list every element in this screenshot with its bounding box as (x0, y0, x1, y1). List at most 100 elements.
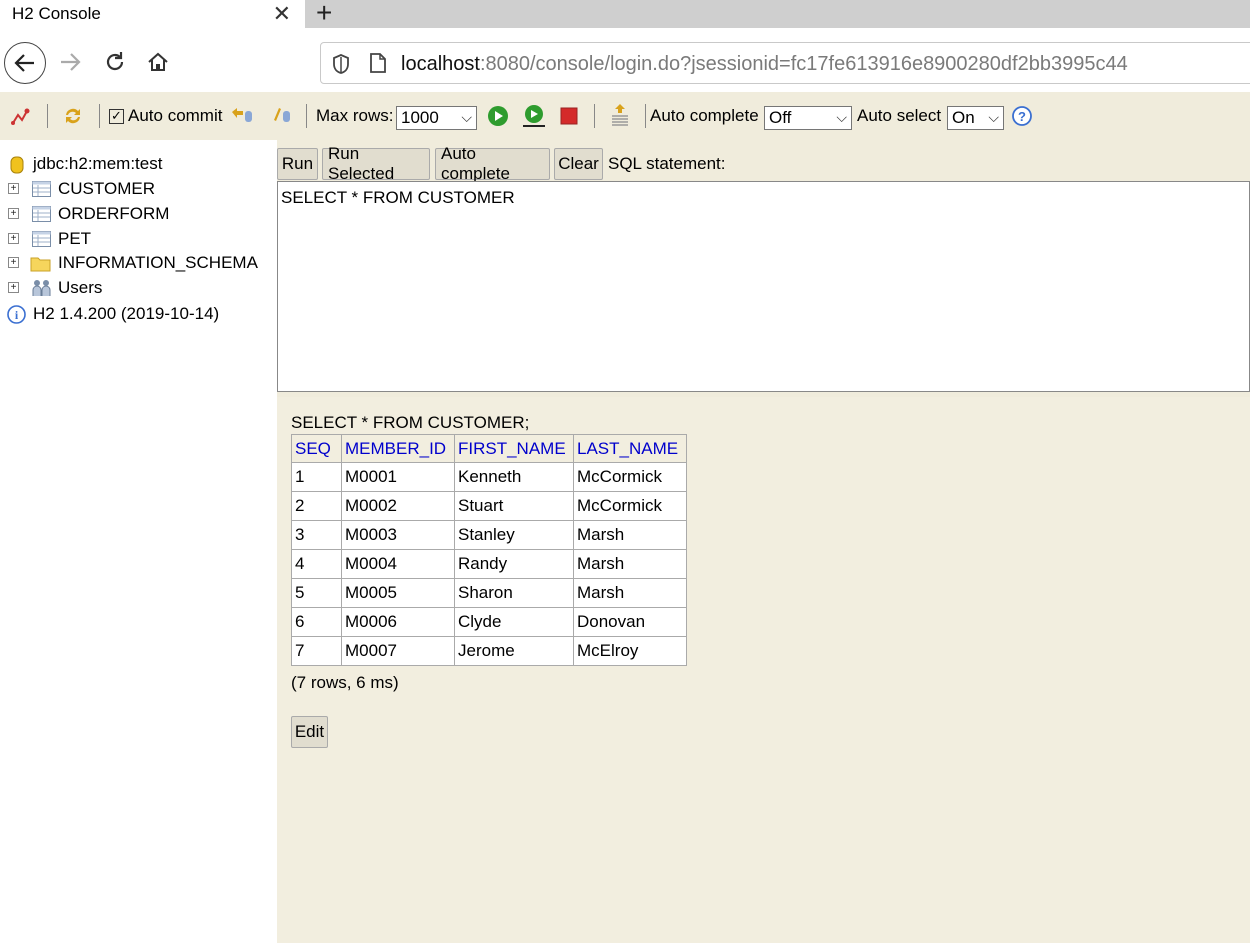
users-icon (32, 280, 51, 296)
column-header[interactable]: FIRST_NAME (454, 434, 574, 463)
auto-commit-checkbox[interactable]: ✓ (109, 108, 124, 124)
rollback-button[interactable] (230, 92, 256, 140)
tab-title: H2 Console (12, 4, 101, 23)
reload-button[interactable] (95, 42, 135, 82)
sql-editor[interactable]: SELECT * FROM CUSTOMER (277, 181, 1250, 392)
expand-icon[interactable]: + (8, 233, 19, 244)
refresh-button[interactable] (62, 92, 84, 140)
execute-step-button[interactable] (521, 92, 547, 140)
auto-complete-value: Off (769, 108, 792, 127)
column-header[interactable]: SEQ (291, 434, 342, 463)
tab-bar: H2 Console ✕ + (0, 0, 1250, 28)
table-cell: 1 (291, 462, 342, 492)
table-row: 2 M0002 Stuart McCormick (291, 491, 687, 521)
chevron-down-icon: ⌵ (461, 109, 472, 125)
table-cell: 4 (291, 549, 342, 579)
info-icon: i (7, 305, 26, 324)
tree-item-label: CUSTOMER (58, 179, 155, 198)
auto-commit-toggle[interactable]: ✓ Auto commit (109, 92, 222, 140)
nav-bar: localhost:8080/console/login.do?jsession… (0, 28, 1250, 92)
connection-node[interactable]: jdbc:h2:mem:test (0, 152, 270, 176)
table-cell: M0006 (341, 607, 455, 637)
table-cell: 3 (291, 520, 342, 550)
clear-button[interactable]: Clear (554, 148, 603, 180)
table-cell: Marsh (573, 578, 687, 608)
auto-complete-button[interactable]: Auto complete (435, 144, 550, 183)
result-status: (7 rows, 6 ms) (291, 673, 399, 692)
url-text: localhost:8080/console/login.do?jsession… (401, 53, 1128, 76)
table-cell: 6 (291, 607, 342, 637)
expand-icon[interactable]: + (8, 257, 19, 268)
home-icon (148, 52, 168, 71)
shield-icon (333, 54, 349, 74)
chevron-down-icon: ⌵ (988, 109, 999, 125)
result-table: SEQ MEMBER_ID FIRST_NAME LAST_NAME 1 M000… (291, 434, 687, 666)
home-button[interactable] (138, 42, 178, 82)
tree-item-information-schema[interactable]: + INFORMATION_SCHEMA (0, 251, 270, 275)
table-row: 3 M0003 Stanley Marsh (291, 520, 687, 550)
table-cell: M0004 (341, 549, 455, 579)
execute-button[interactable] (487, 92, 509, 140)
tree-item-customer[interactable]: + CUSTOMER (0, 177, 270, 201)
arrow-right-icon (61, 53, 81, 71)
tree-item-pet[interactable]: + PET (0, 227, 270, 251)
table-cell: Donovan (573, 607, 687, 637)
expand-icon[interactable]: + (8, 208, 19, 219)
help-button[interactable]: ? (1012, 92, 1032, 140)
result-query-text: SELECT * FROM CUSTOMER; (291, 413, 530, 432)
column-header[interactable]: MEMBER_ID (341, 434, 455, 463)
sql-statement-label: SQL statement: (608, 154, 726, 173)
new-tab-icon[interactable]: + (316, 0, 332, 29)
column-header[interactable]: LAST_NAME (573, 434, 687, 463)
max-rows-value: 1000 (401, 108, 439, 127)
run-button[interactable]: Run (277, 148, 318, 180)
connection-label: jdbc:h2:mem:test (33, 154, 163, 173)
max-rows-select[interactable]: 1000 ⌵ (396, 106, 477, 130)
forward-button[interactable] (50, 42, 90, 82)
table-cell: M0005 (341, 578, 455, 608)
stop-button[interactable] (560, 92, 578, 140)
table-cell: McCormick (573, 462, 687, 492)
history-button[interactable] (609, 92, 631, 140)
table-cell: McCormick (573, 491, 687, 521)
history-icon (612, 104, 628, 126)
expand-icon[interactable]: + (8, 183, 19, 194)
version-info: i H2 1.4.200 (2019-10-14) (0, 302, 270, 326)
edit-button[interactable]: Edit (291, 716, 328, 748)
reload-icon (106, 52, 124, 71)
browser-tab[interactable]: H2 Console ✕ (0, 0, 305, 28)
auto-commit-label: Auto commit (128, 106, 223, 125)
schema-tree: jdbc:h2:mem:test + CUSTOMER + ORDERFORM … (0, 140, 277, 943)
table-cell: Stuart (454, 491, 574, 521)
table-cell: M0003 (341, 520, 455, 550)
table-icon (32, 181, 51, 197)
table-header-row: SEQ MEMBER_ID FIRST_NAME LAST_NAME (291, 434, 687, 463)
table-cell: M0002 (341, 491, 455, 521)
tree-item-orderform[interactable]: + ORDERFORM (0, 202, 270, 226)
arrow-left-icon (14, 54, 34, 72)
close-tab-icon[interactable]: ✕ (273, 1, 291, 27)
tree-item-users[interactable]: + Users (0, 276, 270, 300)
run-selected-button[interactable]: Run Selected (322, 144, 430, 183)
disconnect-button[interactable] (10, 92, 32, 140)
auto-complete-label: Auto complete (650, 106, 759, 125)
back-button[interactable] (4, 42, 46, 84)
table-cell: Randy (454, 549, 574, 579)
refresh-icon (66, 108, 80, 124)
table-cell: M0007 (341, 636, 455, 666)
address-bar[interactable]: localhost:8080/console/login.do?jsession… (320, 42, 1250, 84)
auto-complete-select[interactable]: Off ⌵ (764, 106, 852, 130)
commit-button[interactable] (270, 92, 294, 140)
tree-item-label: ORDERFORM (58, 204, 170, 223)
tree-item-label: PET (58, 229, 92, 248)
table-cell: Marsh (573, 549, 687, 579)
tree-item-label: INFORMATION_SCHEMA (58, 253, 258, 272)
play-icon (488, 106, 508, 126)
auto-select-select[interactable]: On ⌵ (947, 106, 1004, 130)
table-cell: Marsh (573, 520, 687, 550)
svg-text:?: ? (1018, 109, 1026, 124)
expand-icon[interactable]: + (8, 282, 19, 293)
table-cell: Kenneth (454, 462, 574, 492)
table-cell: 7 (291, 636, 342, 666)
version-label: H2 1.4.200 (2019-10-14) (33, 304, 220, 323)
